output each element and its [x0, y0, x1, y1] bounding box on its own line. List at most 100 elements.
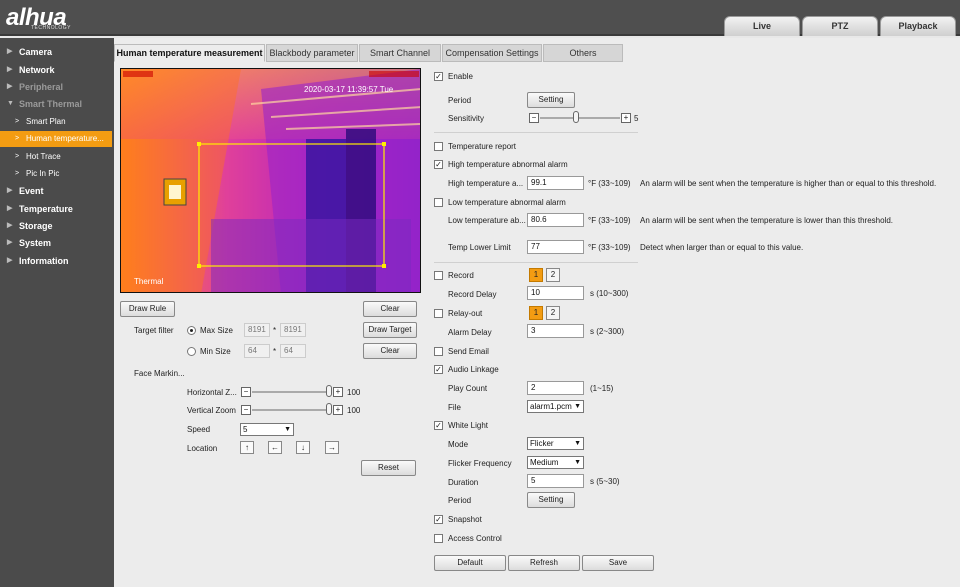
- chevron-right-icon: >: [15, 170, 20, 177]
- low-threshold-input[interactable]: 80.6: [527, 213, 584, 227]
- speed-select[interactable]: 5 ▼: [240, 423, 294, 436]
- relay-channel-1-button[interactable]: 1: [529, 306, 543, 320]
- arrow-right-icon[interactable]: →: [325, 441, 339, 454]
- relay-channel-2-button[interactable]: 2: [546, 306, 560, 320]
- tab-smart-channel[interactable]: Smart Channel: [359, 44, 441, 62]
- play-count-input[interactable]: 2: [527, 381, 584, 395]
- period2-setting-button[interactable]: Setting: [527, 492, 575, 508]
- video-timestamp: 2020-03-17 11:39:57 Tue: [304, 85, 394, 94]
- vzoom-slider[interactable]: [326, 403, 332, 415]
- tab-human-temperature[interactable]: Human temperature measurement: [114, 44, 265, 62]
- arrow-up-icon[interactable]: ↑: [240, 441, 254, 454]
- tab-blackbody[interactable]: Blackbody parameter: [266, 44, 358, 62]
- max-size-radio[interactable]: [187, 326, 196, 335]
- low-alarm-checkbox[interactable]: [434, 198, 443, 207]
- mode-label: Mode: [448, 440, 469, 449]
- min-height-input[interactable]: 64: [280, 344, 306, 358]
- relay-out-checkbox[interactable]: [434, 309, 443, 318]
- vzoom-minus-button[interactable]: −: [241, 405, 251, 415]
- high-range: °F (33~109): [588, 179, 631, 188]
- alarm-delay-input[interactable]: 3: [527, 324, 584, 338]
- audio-linkage-checkbox[interactable]: ✓: [434, 365, 443, 374]
- sidebar-item-information[interactable]: ▶ Information: [0, 253, 114, 269]
- record-delay-label: Record Delay: [448, 290, 497, 299]
- low-range: °F (33~109): [588, 216, 631, 225]
- clear-target-button[interactable]: Clear: [363, 343, 417, 359]
- refresh-button[interactable]: Refresh: [508, 555, 580, 571]
- temp-report-checkbox[interactable]: [434, 142, 443, 151]
- reset-button[interactable]: Reset: [361, 460, 416, 476]
- tab-compensation[interactable]: Compensation Settings: [442, 44, 542, 62]
- record-channel-1-button[interactable]: 1: [529, 268, 543, 282]
- sensitivity-plus-button[interactable]: +: [621, 113, 631, 123]
- chevron-right-icon: >: [15, 118, 20, 125]
- file-select[interactable]: alarm1.pcm ▼: [527, 400, 584, 413]
- sidebar-item-smart-thermal[interactable]: ▼ Smart Thermal: [0, 96, 114, 112]
- tab-ptz[interactable]: PTZ: [802, 16, 878, 36]
- sidebar-item-storage[interactable]: ▶ Storage: [0, 218, 114, 234]
- sidebar-item-network[interactable]: ▶ Network: [0, 62, 114, 78]
- max-height-input[interactable]: 8191: [280, 323, 306, 337]
- default-button[interactable]: Default: [434, 555, 506, 571]
- arrow-left-icon[interactable]: ←: [268, 441, 282, 454]
- chevron-down-icon: ▼: [574, 459, 581, 466]
- sidebar-item-peripheral[interactable]: ▶ Peripheral: [0, 79, 114, 95]
- white-light-checkbox[interactable]: ✓: [434, 421, 443, 430]
- flicker-frequency-select[interactable]: Medium ▼: [527, 456, 584, 469]
- sidebar-item-hot-trace[interactable]: > Hot Trace: [0, 149, 114, 165]
- send-email-checkbox[interactable]: [434, 347, 443, 356]
- high-threshold-input[interactable]: 99.1: [527, 176, 584, 190]
- sidebar-item-system[interactable]: ▶ System: [0, 235, 114, 251]
- record-checkbox[interactable]: [434, 271, 443, 280]
- sidebar-item-pic-in-pic[interactable]: > Pic In Pic: [0, 166, 114, 182]
- thermal-video[interactable]: 2020-03-17 11:39:57 Tue Thermal: [120, 68, 421, 293]
- vzoom-plus-button[interactable]: +: [333, 405, 343, 415]
- duration-input[interactable]: 5: [527, 474, 584, 488]
- snapshot-checkbox[interactable]: ✓: [434, 515, 443, 524]
- temp-lower-limit-label: Temp Lower Limit: [448, 243, 511, 252]
- hzoom-slider[interactable]: [326, 385, 332, 397]
- sensitivity-slider[interactable]: [572, 111, 579, 123]
- max-width-input[interactable]: 8191: [244, 323, 270, 337]
- enable-checkbox[interactable]: ✓: [434, 72, 443, 81]
- sidebar-item-camera[interactable]: ▶ Camera: [0, 44, 114, 60]
- video-channel-label: Thermal: [134, 277, 164, 286]
- sidebar-item-event[interactable]: ▶ Event: [0, 183, 114, 199]
- chevron-right-icon: >: [15, 135, 20, 142]
- tab-others[interactable]: Others: [543, 44, 623, 62]
- temp-lower-limit-input[interactable]: 77: [527, 240, 584, 254]
- arrow-down-icon[interactable]: ↓: [296, 441, 310, 454]
- thermal-image: [121, 69, 420, 292]
- sidebar-item-smart-plan[interactable]: > Smart Plan: [0, 114, 114, 130]
- record-channel-2-button[interactable]: 2: [546, 268, 560, 282]
- high-alarm-checkbox[interactable]: ✓: [434, 160, 443, 169]
- chevron-down-icon: ▼: [284, 426, 291, 433]
- min-size-radio[interactable]: [187, 347, 196, 356]
- chevron-down-icon: ▼: [574, 403, 581, 410]
- mode-select[interactable]: Flicker ▼: [527, 437, 584, 450]
- sidebar-item-human-temperature[interactable]: > Human temperature...: [0, 131, 112, 147]
- tab-live[interactable]: Live: [724, 16, 800, 36]
- play-count-label: Play Count: [448, 384, 488, 393]
- draw-target-button[interactable]: Draw Target: [363, 322, 417, 338]
- sensitivity-minus-button[interactable]: −: [529, 113, 539, 123]
- min-width-input[interactable]: 64: [244, 344, 270, 358]
- hzoom-plus-button[interactable]: +: [333, 387, 343, 397]
- hzoom-track: [252, 391, 332, 393]
- sidebar-item-temperature[interactable]: ▶ Temperature: [0, 201, 114, 217]
- high-alarm-label: High temperature abnormal alarm: [448, 160, 568, 169]
- sensitivity-value: 5: [634, 114, 639, 123]
- tab-playback[interactable]: Playback: [880, 16, 956, 36]
- save-button[interactable]: Save: [582, 555, 654, 571]
- chevron-down-icon: ▼: [574, 440, 581, 447]
- chevron-right-icon: ▶: [7, 187, 13, 194]
- hzoom-minus-button[interactable]: −: [241, 387, 251, 397]
- access-control-checkbox[interactable]: [434, 534, 443, 543]
- clear-rule-button[interactable]: Clear: [363, 301, 417, 317]
- max-size-label: Max Size: [200, 326, 233, 335]
- record-delay-input[interactable]: 10: [527, 286, 584, 300]
- flicker-frequency-value: Medium: [530, 458, 559, 467]
- period-setting-button[interactable]: Setting: [527, 92, 575, 108]
- chevron-down-icon: ▼: [7, 100, 14, 107]
- draw-rule-button[interactable]: Draw Rule: [120, 301, 175, 317]
